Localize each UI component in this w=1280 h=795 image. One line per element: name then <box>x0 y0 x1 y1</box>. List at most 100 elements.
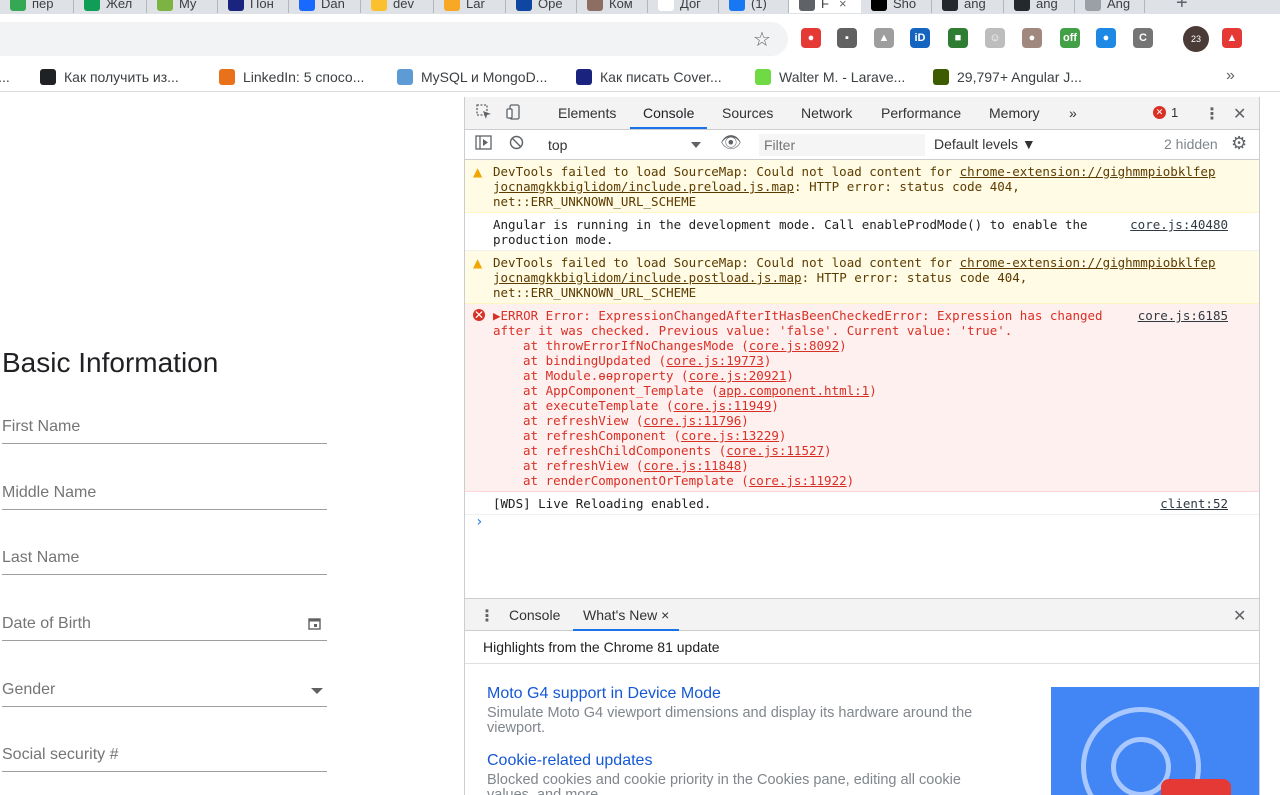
stack-frame-location-link[interactable]: core.js:11949 <box>674 398 772 413</box>
stack-frame-location-link[interactable]: core.js:11527 <box>726 443 824 458</box>
context-selector[interactable]: top <box>543 134 703 156</box>
stack-frame-location-link[interactable]: core.js:11796 <box>643 413 741 428</box>
browser-tab[interactable]: Пон <box>218 0 289 13</box>
bookmark-item[interactable]: Walter M. - Larave... <box>755 67 905 87</box>
bookmarks-bar: 29,797+ Angular J... Walter M. - Larave..… <box>0 62 1280 92</box>
date-of-birth-field[interactable]: Date of Birth <box>2 611 327 641</box>
more-tabs-icon[interactable]: » <box>1056 97 1090 129</box>
console-filter-input[interactable] <box>759 134 925 156</box>
source-location-link[interactable]: core.js:40480 <box>1130 217 1228 232</box>
browser-tab[interactable]: Lar <box>434 0 506 13</box>
browser-tab[interactable]: dev <box>361 0 434 13</box>
stack-frame-location-link[interactable]: core.js:19773 <box>666 353 764 368</box>
sourcemap-link[interactable]: chrome-extension://gighmmpiobklfep <box>960 164 1216 179</box>
kebab-menu-icon[interactable]: ⋮ <box>1204 104 1220 124</box>
bookmark-item[interactable]: Как получить из... <box>40 67 179 87</box>
stack-frame-location-link[interactable]: core.js:11922 <box>749 473 847 488</box>
browser-tab[interactable]: Жел <box>74 0 147 13</box>
console-error-message[interactable]: ✕ ▶ERROR Error: ExpressionChangedAfterIt… <box>465 304 1260 492</box>
browser-tab[interactable]: ang <box>932 0 1004 13</box>
new-tab-icon[interactable]: + <box>1176 0 1188 14</box>
green-extension-icon[interactable]: ■ <box>948 28 968 48</box>
browser-tab[interactable]: пер <box>0 0 74 13</box>
console-prompt-input[interactable]: › <box>465 515 1260 535</box>
gender-field[interactable]: Gender <box>2 677 327 707</box>
error-count-badge[interactable]: ✕ 1 <box>1153 105 1178 120</box>
tab-performance[interactable]: Performance <box>868 97 974 129</box>
bookmarks-overflow-icon[interactable]: » <box>1226 67 1235 85</box>
source-location-link[interactable]: core.js:6185 <box>1138 308 1228 323</box>
bookmark-star-icon[interactable]: ☆ <box>753 27 771 52</box>
tab-network[interactable]: Network <box>788 97 865 129</box>
drawer-tab-whats-new[interactable]: What's New × <box>573 599 680 631</box>
profile-avatar[interactable]: 23 <box>1183 26 1209 52</box>
drawer-menu-icon[interactable]: ⋮ <box>479 606 495 626</box>
browser-tab[interactable]: My <box>147 0 218 13</box>
youtube-play-icon[interactable] <box>1161 779 1231 795</box>
stack-frame-location-link[interactable]: core.js:13229 <box>681 428 779 443</box>
face-extension-icon[interactable]: ☺ <box>985 28 1005 48</box>
close-tab-icon[interactable]: × <box>661 607 669 623</box>
middle-name-field[interactable]: Middle Name <box>2 480 327 510</box>
sidebar-toggle-icon[interactable] <box>475 135 492 154</box>
off-extension-icon[interactable]: off <box>1060 28 1080 48</box>
tab-console[interactable]: Console <box>630 97 708 129</box>
close-tab-icon[interactable]: × <box>839 0 847 11</box>
log-levels-dropdown[interactable]: Default levels ▼ <box>934 136 1036 152</box>
bookmark-item[interactable]: к... <box>0 67 10 87</box>
inspect-element-icon[interactable] <box>476 104 492 125</box>
close-drawer-icon[interactable]: ✕ <box>1233 606 1246 626</box>
address-bar[interactable] <box>0 22 788 56</box>
bookmark-item[interactable]: MySQL и MongoD... <box>397 67 547 87</box>
tab-title: Dan <box>321 0 345 11</box>
device-toolbar-icon[interactable] <box>506 104 522 125</box>
whats-new-item-title[interactable]: Moto G4 support in Device Mode <box>487 685 1007 703</box>
whats-new-video-thumbnail[interactable] <box>1051 687 1260 795</box>
browser-tab[interactable]: (1) <box>719 0 789 13</box>
browser-tab[interactable]: Ope <box>506 0 577 13</box>
tab-memory[interactable]: Memory <box>976 97 1053 129</box>
id-extension-icon[interactable]: iD <box>910 28 930 48</box>
social-security-field[interactable]: Social security # <box>2 742 327 772</box>
bookmark-item[interactable]: LinkedIn: 5 спосо... <box>219 67 364 87</box>
clear-console-icon[interactable] <box>509 135 524 154</box>
error-text[interactable]: ▶ERROR Error: ExpressionChangedAfterItHa… <box>493 308 1230 323</box>
stack-frame-location-link[interactable]: core.js:8092 <box>749 338 839 353</box>
browser-tab[interactable]: F × <box>789 0 861 13</box>
bookmark-item[interactable]: 29,797+ Angular J... <box>933 67 1082 87</box>
person-extension-icon[interactable]: ▲ <box>874 28 894 48</box>
red-up-extension-icon[interactable]: ▲ <box>1222 28 1242 48</box>
sourcemap-link-cont[interactable]: jocnamgkkbiglidom/include.postload.js.ma… <box>493 270 802 285</box>
close-devtools-icon[interactable]: ✕ <box>1233 104 1246 124</box>
live-expression-eye-icon[interactable]: 👁 <box>720 133 742 153</box>
browser-tab[interactable]: Дог <box>648 0 719 13</box>
browser-tab[interactable]: Sho <box>861 0 932 13</box>
sourcemap-link[interactable]: chrome-extension://gighmmpiobklfep <box>960 255 1216 270</box>
stack-frame-location-link[interactable]: core.js:20921 <box>689 368 787 383</box>
cookie-extension-icon[interactable]: ● <box>1022 28 1042 48</box>
source-location-link[interactable]: client:52 <box>1160 496 1228 511</box>
stack-frame-function: at AppComponent_Template ( <box>523 383 719 398</box>
browser-tab[interactable]: ang <box>1004 0 1075 13</box>
browser-tab[interactable]: Dan <box>289 0 361 13</box>
stack-frame-location-link[interactable]: core.js:11848 <box>643 458 741 473</box>
adblock-extension-icon[interactable]: ● <box>801 28 821 48</box>
first-name-field[interactable]: First Name <box>2 414 327 444</box>
browser-tab[interactable]: Ang <box>1075 0 1145 13</box>
screen-extension-icon[interactable]: ▪ <box>837 28 857 48</box>
tab-sources[interactable]: Sources <box>709 97 786 129</box>
blue-extension-icon[interactable]: ● <box>1096 28 1116 48</box>
browser-tab[interactable]: Ком <box>577 0 648 13</box>
last-name-field[interactable]: Last Name <box>2 545 327 575</box>
tab-elements[interactable]: Elements <box>545 97 629 129</box>
sourcemap-link-cont[interactable]: jocnamgkkbiglidom/include.preload.js.map <box>493 179 794 194</box>
calendar-icon[interactable] <box>308 617 321 633</box>
prompt-chevron-icon: › <box>475 514 484 530</box>
dropdown-arrow-icon[interactable] <box>311 688 323 694</box>
bookmark-item[interactable]: Как писать Cover... <box>576 67 722 87</box>
c-extension-icon[interactable]: C <box>1133 28 1153 48</box>
console-settings-gear-icon[interactable]: ⚙ <box>1231 133 1247 154</box>
whats-new-item-title[interactable]: Cookie-related updates <box>487 752 1007 770</box>
stack-frame-location-link[interactable]: app.component.html:1 <box>719 383 870 398</box>
drawer-tab-console[interactable]: Console <box>499 599 570 631</box>
